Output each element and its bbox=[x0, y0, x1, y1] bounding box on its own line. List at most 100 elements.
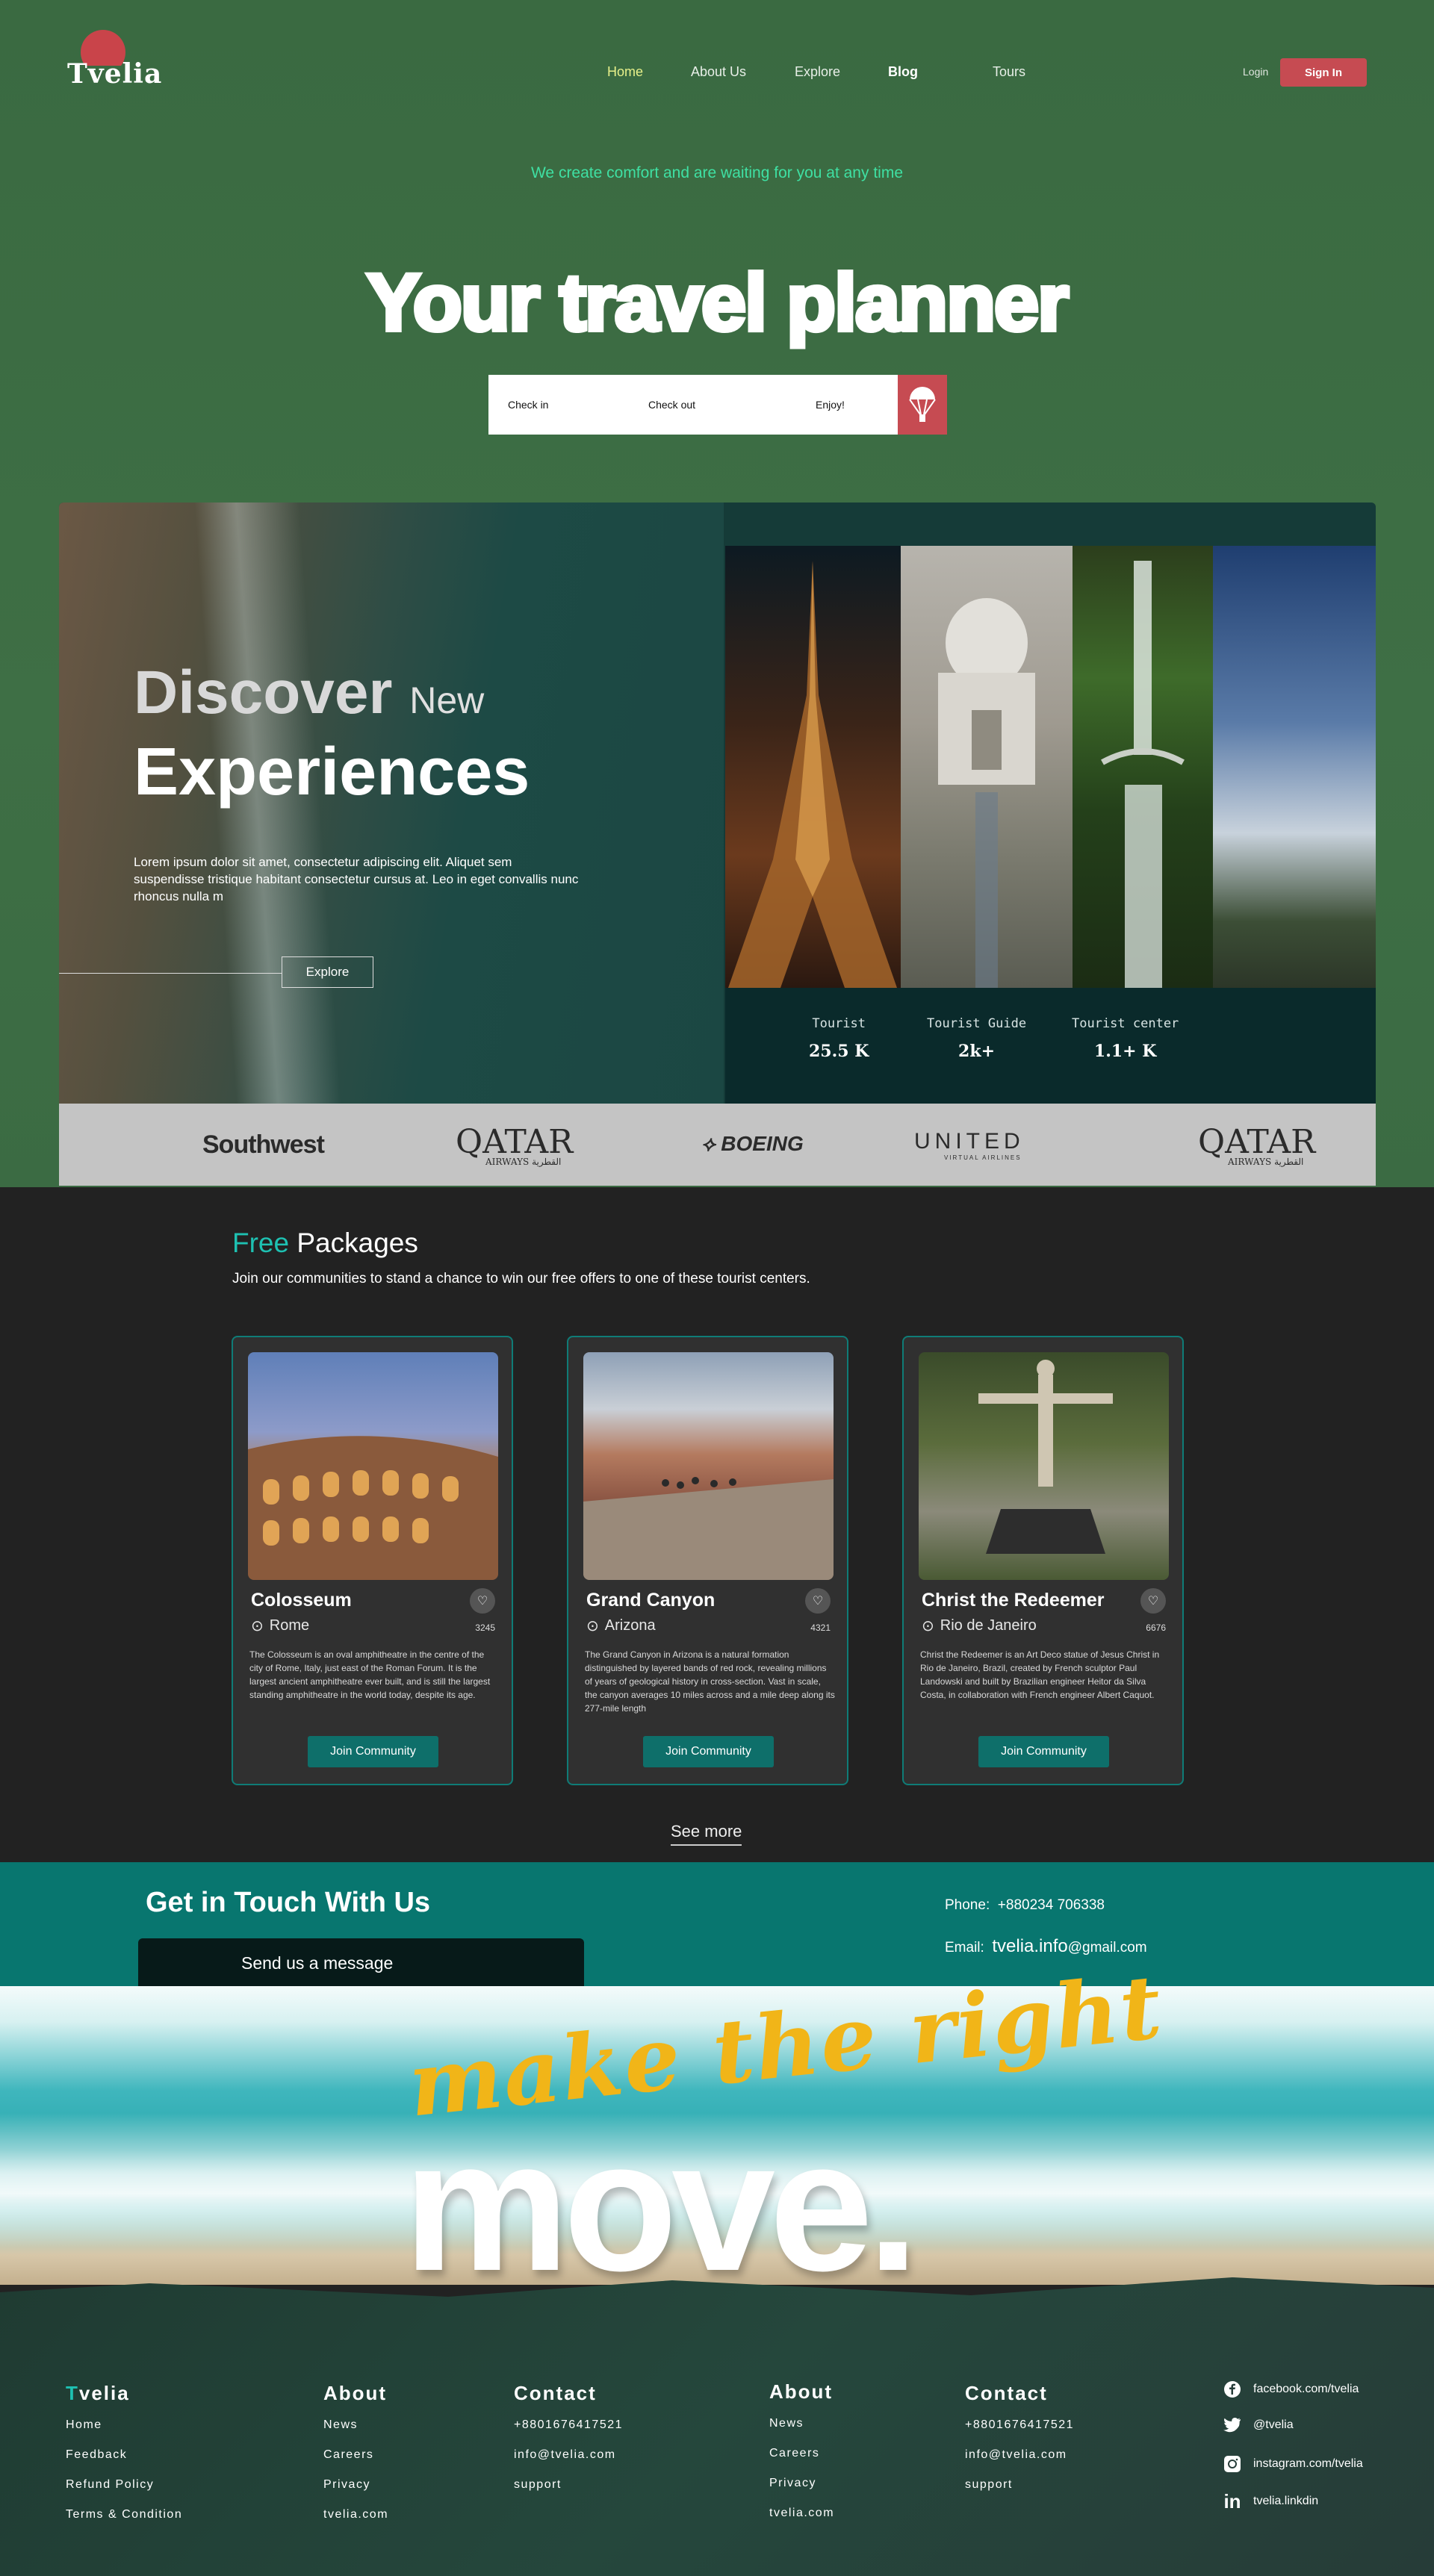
taj-mahal-image bbox=[901, 546, 1073, 988]
footer-heading: About bbox=[323, 2382, 388, 2404]
divider-line bbox=[59, 973, 282, 974]
twitter-icon bbox=[1223, 2416, 1241, 2434]
boeing-icon: ⟡ bbox=[701, 1132, 721, 1155]
footer-col-about-2: About News Careers Privacy tvelia.com bbox=[769, 2380, 834, 2536]
explore-button[interactable]: Explore bbox=[282, 956, 373, 988]
footer-link[interactable]: Feedback bbox=[66, 2448, 182, 2478]
discover-panel: Discover New Experiences Lorem ipsum dol… bbox=[59, 503, 1376, 1186]
footer-link[interactable]: +8801676417521 bbox=[965, 2418, 1074, 2448]
signin-button[interactable]: Sign In bbox=[1280, 58, 1367, 87]
parachute-icon bbox=[909, 387, 936, 422]
footer-link[interactable]: News bbox=[323, 2418, 388, 2448]
destination-gallery bbox=[725, 546, 1376, 988]
footer-col-brand: Tvelia Home Feedback Refund Policy Terms… bbox=[66, 2382, 182, 2538]
send-message-button[interactable]: Send us a message bbox=[138, 1938, 584, 1986]
stat-guide: Tourist Guide 2k+ bbox=[927, 1016, 1027, 1061]
stats-bar: Tourist 25.5 K Tourist Guide 2k+ Tourist c… bbox=[725, 988, 1376, 1104]
contact-phone: Phone: +880234 706338 bbox=[945, 1897, 1105, 1913]
checkin-field[interactable]: Check in bbox=[508, 399, 548, 411]
social-linkedin[interactable]: in tvelia.linkdin bbox=[1223, 2489, 1318, 2513]
footer-link[interactable]: Terms & Condition bbox=[66, 2508, 182, 2538]
login-link[interactable]: Login bbox=[1243, 66, 1268, 78]
card-title: Grand Canyon bbox=[586, 1590, 716, 1611]
footer-link[interactable]: support bbox=[514, 2478, 623, 2508]
footer-col-contact-2: Contact +8801676417521 info@tvelia.com s… bbox=[965, 2382, 1074, 2508]
location-pin-icon: ⊙ bbox=[251, 1618, 264, 1634]
hero-tagline: We create comfort and are waiting for yo… bbox=[530, 164, 903, 181]
see-more-link[interactable]: See more bbox=[671, 1822, 742, 1846]
footer-link[interactable]: Privacy bbox=[323, 2478, 388, 2508]
discover-title: Discover New bbox=[134, 659, 485, 727]
contact-email[interactable]: Email: tvelia.info@gmail.com bbox=[945, 1936, 1147, 1957]
partner-qatar: QATAR AIRWAYS القطرية bbox=[456, 1123, 574, 1167]
footer-brand: Tvelia bbox=[66, 2382, 130, 2404]
nav-about[interactable]: About Us bbox=[691, 64, 746, 80]
footer-link[interactable]: Home bbox=[66, 2418, 182, 2448]
mountain-image bbox=[1213, 546, 1376, 988]
footer-link[interactable]: info@tvelia.com bbox=[514, 2448, 623, 2478]
card-title: Christ the Redeemer bbox=[922, 1590, 1105, 1611]
logo[interactable]: Tvelia bbox=[67, 30, 161, 90]
footer-link[interactable]: tvelia.com bbox=[323, 2508, 388, 2538]
footer-link[interactable]: support bbox=[965, 2478, 1074, 2508]
card-description: The Colosseum is an oval amphitheatre in… bbox=[249, 1649, 491, 1700]
footer bbox=[0, 2277, 1434, 2576]
social-twitter[interactable]: @tvelia bbox=[1223, 2416, 1294, 2434]
search-button[interactable] bbox=[898, 375, 947, 435]
nav-tours[interactable]: Tours bbox=[993, 64, 1025, 80]
nav-blog[interactable]: Blog bbox=[888, 64, 918, 80]
partner-southwest: Southwest bbox=[202, 1130, 325, 1159]
footer-link[interactable]: tvelia.com bbox=[769, 2507, 834, 2536]
instagram-icon bbox=[1223, 2455, 1241, 2473]
footer-heading: About bbox=[769, 2380, 834, 2403]
heart-icon[interactable]: ♡ bbox=[1140, 1588, 1166, 1614]
footer-link[interactable]: News bbox=[769, 2417, 834, 2447]
banner-move-text: move. bbox=[403, 2101, 919, 2309]
join-community-button[interactable]: Join Community bbox=[978, 1736, 1109, 1767]
card-description: The Grand Canyon in Arizona is a natural… bbox=[585, 1649, 835, 1714]
stat-tourist: Tourist 25.5 K bbox=[809, 1016, 869, 1061]
christ-redeemer-image bbox=[919, 1352, 1169, 1580]
join-community-button[interactable]: Join Community bbox=[643, 1736, 774, 1767]
partner-united: UNITED VIRTUAL AIRLINES bbox=[914, 1129, 1025, 1161]
footer-link[interactable]: info@tvelia.com bbox=[965, 2448, 1074, 2478]
stat-center: Tourist center 1.1+ K bbox=[1072, 1016, 1179, 1061]
social-instagram[interactable]: instagram.com/tvelia bbox=[1223, 2455, 1363, 2473]
nav-explore[interactable]: Explore bbox=[795, 64, 840, 80]
linkedin-icon: in bbox=[1223, 2489, 1241, 2513]
grand-canyon-image bbox=[583, 1352, 834, 1580]
footer-link[interactable]: Refund Policy bbox=[66, 2478, 182, 2508]
packages-subtitle: Join our communities to stand a chance t… bbox=[232, 1271, 810, 1287]
footer-col-about: About News Careers Privacy tvelia.com bbox=[323, 2382, 388, 2538]
footer-link[interactable]: Careers bbox=[769, 2447, 834, 2477]
checkout-field[interactable]: Check out bbox=[648, 399, 695, 411]
package-card: Colosseum ♡ ⊙ Rome 3245 The Colosseum is … bbox=[232, 1336, 513, 1785]
card-count: 3245 bbox=[475, 1623, 495, 1633]
eiffel-tower-image bbox=[725, 546, 901, 988]
card-description: Christ the Redeemer is an Art Deco statu… bbox=[920, 1649, 1160, 1700]
footer-link[interactable]: Careers bbox=[323, 2448, 388, 2478]
partner-qatar-2: QATAR AIRWAYS القطرية bbox=[1198, 1123, 1316, 1167]
location-pin-icon: ⊙ bbox=[922, 1618, 934, 1634]
discover-text: Lorem ipsum dolor sit amet, consectetur … bbox=[134, 855, 579, 903]
waterfall-image bbox=[1073, 546, 1213, 988]
hero-title: Your travel planner bbox=[364, 255, 1071, 349]
search-bar: Check in Check out Enjoy! bbox=[488, 375, 947, 435]
footer-heading: Contact bbox=[965, 2382, 1048, 2404]
card-location: ⊙ Rio de Janeiro bbox=[922, 1617, 1037, 1634]
social-facebook[interactable]: facebook.com/tvelia bbox=[1223, 2380, 1359, 2398]
experiences-title: Experiences bbox=[134, 735, 530, 809]
nav-home[interactable]: Home bbox=[607, 64, 643, 80]
enjoy-field[interactable]: Enjoy! bbox=[816, 399, 845, 411]
heart-icon[interactable]: ♡ bbox=[805, 1588, 831, 1614]
partner-logos: Southwest QATAR AIRWAYS القطرية ⟡ BOEING … bbox=[59, 1104, 1376, 1186]
footer-link[interactable]: +8801676417521 bbox=[514, 2418, 623, 2448]
card-count: 4321 bbox=[810, 1623, 831, 1633]
join-community-button[interactable]: Join Community bbox=[308, 1736, 438, 1767]
contact-title: Get in Touch With Us bbox=[146, 1887, 431, 1918]
package-card: Christ the Redeemer ♡ ⊙ Rio de Janeiro 66… bbox=[902, 1336, 1184, 1785]
heart-icon[interactable]: ♡ bbox=[470, 1588, 495, 1614]
footer-link[interactable]: Privacy bbox=[769, 2477, 834, 2507]
colosseum-image bbox=[248, 1352, 498, 1580]
package-card: Grand Canyon ♡ ⊙ Arizona 4321 The Grand C… bbox=[567, 1336, 848, 1785]
